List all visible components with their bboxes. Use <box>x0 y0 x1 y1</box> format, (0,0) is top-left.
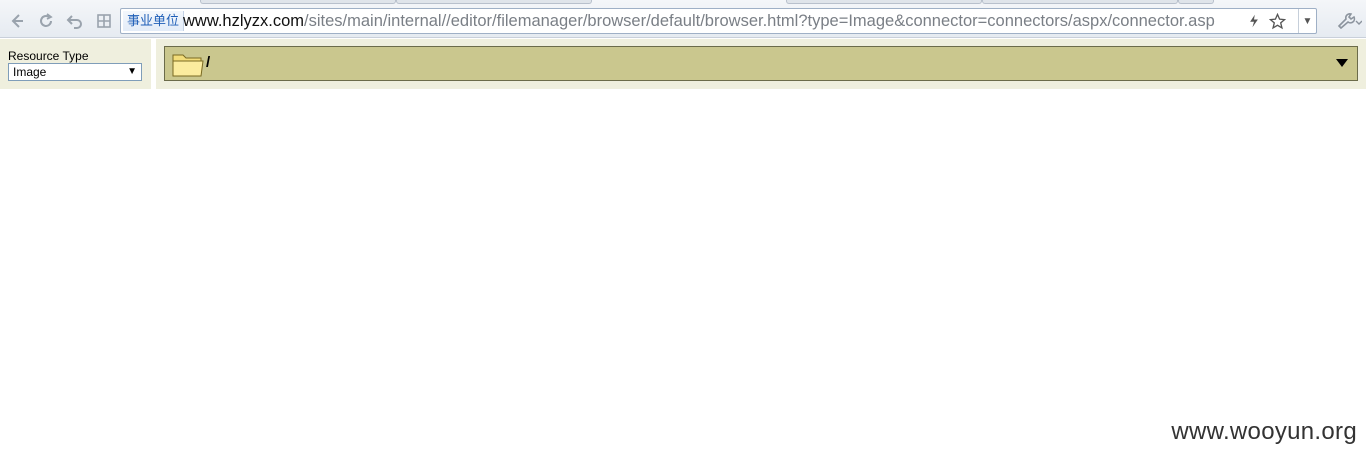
folder-icon <box>172 54 204 77</box>
address-bar[interactable]: 事业单位 www.hzlyzx.com/sites/main/internal/… <box>120 8 1317 34</box>
tab[interactable] <box>982 0 1178 4</box>
back-icon <box>11 14 23 28</box>
chevron-down-icon[interactable] <box>1335 56 1349 70</box>
wrench-icon[interactable] <box>1334 11 1362 31</box>
tab[interactable] <box>1178 0 1214 4</box>
reload-button[interactable] <box>36 11 56 31</box>
grid-icon <box>97 14 111 28</box>
undo-close-button[interactable] <box>65 11 85 31</box>
back-button[interactable] <box>7 11 27 31</box>
home-grid-button[interactable] <box>94 11 114 31</box>
undo-icon <box>66 15 82 29</box>
browser-toolbar: 事业单位 www.hzlyzx.com/sites/main/internal/… <box>0 0 1366 38</box>
url-host: www.hzlyzx.com <box>183 12 305 30</box>
resource-type-label: Resource Type <box>8 49 89 63</box>
star-icon[interactable] <box>1268 12 1286 30</box>
bolt-icon[interactable] <box>1245 12 1263 30</box>
tab-strip <box>0 0 1366 4</box>
tab[interactable] <box>786 0 982 4</box>
chevron-down-icon: ▼ <box>127 66 137 77</box>
dropdown-icon[interactable]: ▼ <box>1298 9 1316 33</box>
tab[interactable] <box>396 0 592 4</box>
current-folder-bar[interactable]: / <box>164 46 1358 81</box>
url-path: /sites/main/internal//editor/filemanager… <box>304 12 1215 30</box>
url-text[interactable]: www.hzlyzx.com/sites/main/internal//edit… <box>183 9 1243 33</box>
site-badge[interactable]: 事业单位 <box>123 11 185 31</box>
watermark: www.wooyun.org <box>1171 418 1357 445</box>
reload-icon <box>40 13 53 27</box>
resource-type-select[interactable]: Image ▼ <box>8 63 142 81</box>
resource-type-panel: Resource Type Image ▼ <box>0 39 151 89</box>
tab[interactable] <box>200 0 396 4</box>
resource-type-value: Image <box>13 65 47 79</box>
current-folder-path: / <box>206 54 211 71</box>
